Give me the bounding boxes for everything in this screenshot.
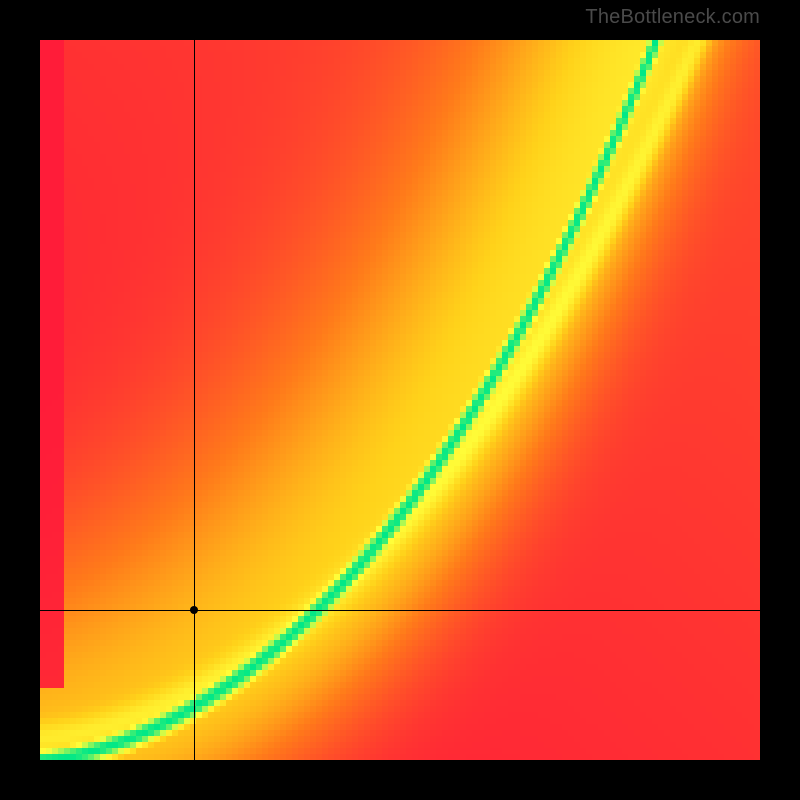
chart-frame: TheBottleneck.com [0, 0, 800, 800]
watermark-label: TheBottleneck.com [585, 6, 760, 29]
heatmap-canvas [40, 40, 760, 760]
plot-area [40, 40, 760, 760]
